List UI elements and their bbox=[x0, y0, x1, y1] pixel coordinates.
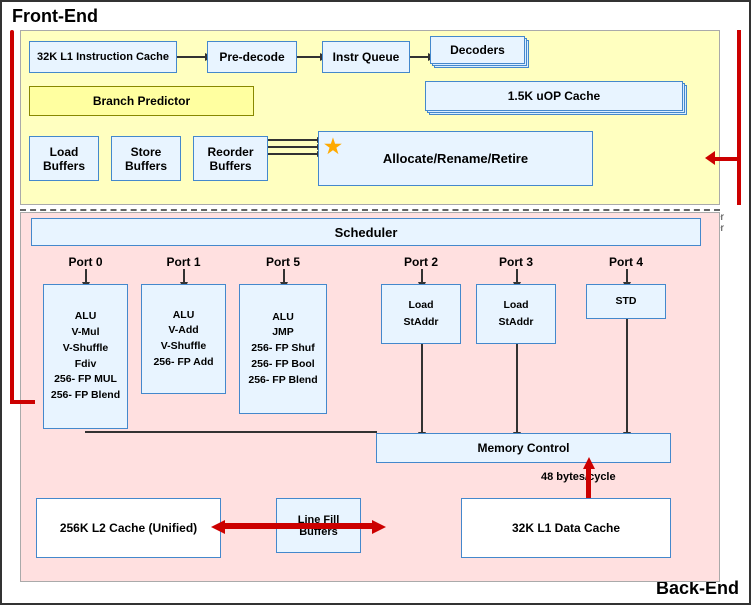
allocate-box: ★ Allocate/Rename/Retire bbox=[318, 131, 593, 186]
port4-units-box: STD bbox=[586, 284, 666, 319]
instr-queue-box: Instr Queue bbox=[322, 41, 410, 73]
port1-column: Port 1 ALU V-Add V-Shuffle 256- FP Add bbox=[141, 255, 226, 394]
port3-column: Port 3 Load StAddr bbox=[476, 255, 556, 434]
triple-arrows bbox=[268, 139, 318, 155]
port0-units-box: ALU V-Mul V-Shuffle Fdiv 256- FP MUL 256… bbox=[43, 284, 128, 429]
port3-down-arrow bbox=[516, 344, 518, 434]
port5-arrow bbox=[283, 269, 285, 284]
red-arrow-horizontal bbox=[221, 523, 376, 529]
scheduler-box: Scheduler bbox=[31, 218, 701, 246]
port5-label: Port 5 bbox=[239, 255, 327, 269]
dashed-separator bbox=[20, 209, 720, 211]
memory-control-box: Memory Control bbox=[376, 433, 671, 463]
arrow-cache-predecode bbox=[177, 56, 207, 58]
port0-column: Port 0 ALU V-Mul V-Shuffle Fdiv 256- FP … bbox=[43, 255, 128, 429]
front-end-label: Front-End bbox=[12, 6, 98, 27]
port2-column: Port 2 Load StAddr bbox=[381, 255, 461, 434]
port4-label: Port 4 bbox=[586, 255, 666, 269]
reorder-buffers-box: Reorder Buffers bbox=[193, 136, 268, 181]
uop-cache-box: 1.5K uOP Cache bbox=[425, 81, 683, 111]
port2-down-arrow bbox=[421, 344, 423, 434]
decoder-box-1: Decoders bbox=[430, 36, 525, 64]
port0-label: Port 0 bbox=[43, 255, 128, 269]
red-right-into-allocate bbox=[713, 157, 741, 161]
l1-data-cache-box: 32K L1 Data Cache bbox=[461, 498, 671, 558]
port2-label: Port 2 bbox=[381, 255, 461, 269]
store-buffers-box: Store Buffers bbox=[111, 136, 181, 181]
red-left-bar bbox=[10, 30, 14, 402]
port5-units-box: ALU JMP 256- FP Shuf 256- FP Bool 256- F… bbox=[239, 284, 327, 414]
port4-down-arrow bbox=[626, 319, 628, 434]
bandwidth-label: 48 bytes/cycle bbox=[541, 471, 616, 483]
port5-column: Port 5 ALU JMP 256- FP Shuf 256- FP Bool… bbox=[239, 255, 327, 414]
branch-predictor-box: Branch Predictor bbox=[29, 86, 254, 116]
port3-label: Port 3 bbox=[476, 255, 556, 269]
port2-arrow bbox=[421, 269, 423, 284]
bottom-line-ports bbox=[85, 431, 377, 433]
main-diagram: Front-End Back-End 32K L1 Instruction Ca… bbox=[0, 0, 751, 605]
port2-units-box: Load StAddr bbox=[381, 284, 461, 344]
port1-units-box: ALU V-Add V-Shuffle 256- FP Add bbox=[141, 284, 226, 394]
l2-cache-box: 256K L2 Cache (Unified) bbox=[36, 498, 221, 558]
port3-units-box: Load StAddr bbox=[476, 284, 556, 344]
port4-arrow bbox=[626, 269, 628, 284]
port3-arrow bbox=[516, 269, 518, 284]
red-bottom-left bbox=[10, 400, 35, 404]
port1-label: Port 1 bbox=[141, 255, 226, 269]
predecode-box: Pre-decode bbox=[207, 41, 297, 73]
red-right-bar-top bbox=[737, 30, 741, 205]
backend-region: Scheduler Port 0 ALU V-Mul V-Shuffle Fdi… bbox=[20, 212, 720, 582]
arrow-predecode-queue bbox=[297, 56, 322, 58]
port0-arrow bbox=[85, 269, 87, 284]
port1-arrow bbox=[183, 269, 185, 284]
frontend-region: 32K L1 Instruction Cache Pre-decode Inst… bbox=[20, 30, 720, 205]
instruction-cache-box: 32K L1 Instruction Cache bbox=[29, 41, 177, 73]
port4-column: Port 4 STD bbox=[586, 255, 666, 434]
load-buffers-box: Load Buffers bbox=[29, 136, 99, 181]
arrow-queue-decoders bbox=[410, 56, 430, 58]
